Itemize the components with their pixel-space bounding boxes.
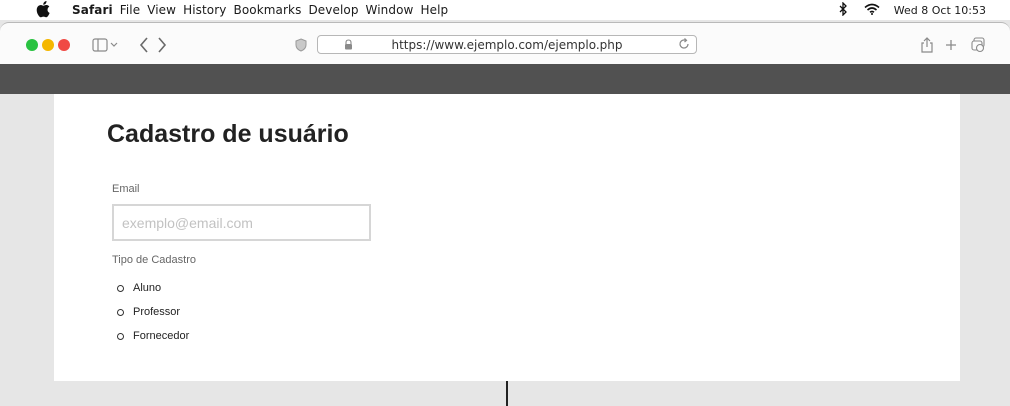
menu-view[interactable]: View — [147, 3, 176, 17]
share-icon[interactable] — [917, 35, 937, 55]
address-bar[interactable]: https://www.ejemplo.com/ejemplo.php — [317, 35, 697, 54]
radio-button[interactable] — [117, 308, 124, 316]
tipo-cadastro-label: Tipo de Cadastro — [112, 254, 196, 266]
wifi-icon[interactable] — [864, 3, 880, 18]
reload-icon[interactable] — [678, 37, 690, 54]
chevron-down-icon[interactable] — [108, 35, 120, 55]
shield-icon[interactable] — [291, 35, 311, 55]
page-header-band — [0, 64, 1010, 94]
tab-overview-icon[interactable] — [968, 35, 988, 55]
radio-option-fornecedor[interactable]: Fornecedor — [117, 330, 189, 342]
sidebar-icon[interactable] — [90, 35, 110, 55]
menu-file[interactable]: File — [120, 3, 140, 17]
radio-label: Fornecedor — [133, 330, 190, 342]
apple-logo-icon[interactable] — [36, 0, 52, 18]
menu-window[interactable]: Window — [366, 3, 414, 17]
bluetooth-icon[interactable] — [838, 1, 848, 19]
radio-button[interactable] — [117, 284, 124, 292]
radio-option-aluno[interactable]: Aluno — [117, 282, 161, 294]
system-menu-bar: Safari File View History Bookmarks Devel… — [0, 0, 1010, 20]
registration-card: Cadastro de usuário Email Tipo de Cadast… — [54, 94, 960, 381]
new-tab-icon[interactable] — [941, 35, 961, 55]
radio-option-professor[interactable]: Professor — [117, 306, 180, 318]
url-text: https://www.ejemplo.com/ejemplo.php — [391, 38, 623, 52]
window-minimize-button[interactable] — [42, 39, 54, 51]
menu-history[interactable]: History — [183, 3, 226, 17]
menu-bookmarks[interactable]: Bookmarks — [233, 3, 301, 17]
email-input[interactable] — [112, 204, 371, 241]
menu-app-safari[interactable]: Safari — [72, 3, 113, 17]
menu-help[interactable]: Help — [420, 3, 448, 17]
browser-toolbar: https://www.ejemplo.com/ejemplo.php — [0, 22, 1010, 64]
text-cursor-icon — [506, 381, 508, 406]
radio-label: Professor — [133, 306, 181, 318]
clock[interactable]: Wed 8 Oct 10:53 — [894, 4, 986, 17]
radio-button[interactable] — [117, 332, 124, 340]
email-label: Email — [112, 183, 140, 195]
window-zoom-button[interactable] — [58, 39, 70, 51]
forward-icon[interactable] — [152, 35, 172, 55]
window-close-button[interactable] — [26, 39, 38, 51]
menu-develop[interactable]: Develop — [308, 3, 358, 17]
page-title: Cadastro de usuário — [107, 120, 349, 148]
radio-label: Aluno — [133, 282, 162, 294]
back-icon[interactable] — [134, 35, 154, 55]
